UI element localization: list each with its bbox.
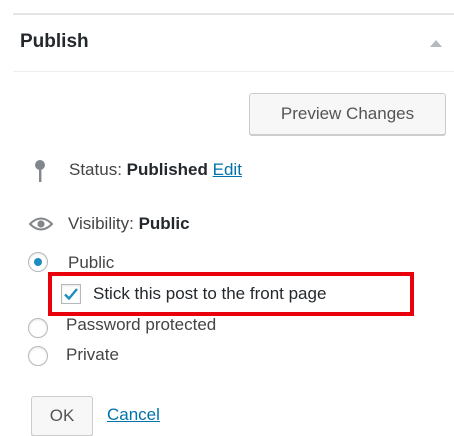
radio-selected-dot <box>34 258 42 266</box>
panel-title: Publish <box>20 31 89 52</box>
radio-password-protected[interactable] <box>28 318 48 338</box>
radio-private-label[interactable]: Private <box>66 345 119 365</box>
sticky-checkbox-label[interactable]: Stick this post to the front page <box>93 284 326 304</box>
eye-icon <box>29 217 53 231</box>
checkmark-icon <box>64 288 78 301</box>
radio-password-protected-label[interactable]: Password protected <box>66 315 216 335</box>
radio-public-label[interactable]: Public <box>68 253 114 273</box>
status-label: Status: <box>69 160 122 179</box>
status-value: Published <box>126 160 208 179</box>
preview-changes-button[interactable]: Preview Changes <box>249 93 446 135</box>
visibility-row: Visibility: Public <box>68 214 190 234</box>
visibility-label: Visibility: <box>68 214 134 233</box>
edit-status-link[interactable]: Edit <box>213 160 242 179</box>
radio-public[interactable] <box>28 252 48 272</box>
cancel-link[interactable]: Cancel <box>107 405 160 425</box>
pin-icon <box>35 160 45 182</box>
ok-button[interactable]: OK <box>31 396 93 436</box>
sticky-checkbox[interactable] <box>61 284 81 304</box>
status-row: Status: Published Edit <box>69 160 242 180</box>
visibility-value: Public <box>138 214 190 233</box>
triangle-up-icon[interactable] <box>430 40 442 47</box>
radio-private[interactable] <box>28 346 48 366</box>
